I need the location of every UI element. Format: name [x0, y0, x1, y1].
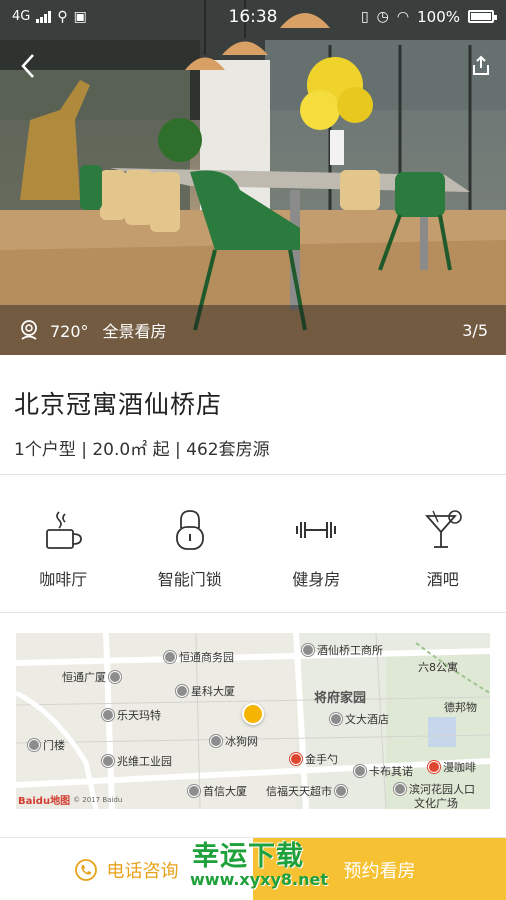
- map-poi: 星科大厦: [176, 683, 235, 699]
- panorama-camera-icon: [21, 320, 37, 340]
- map-poi: 兆维工业园: [102, 753, 172, 769]
- property-title: 北京冠寓酒仙桥店: [14, 390, 223, 419]
- amenity-bar: 酒吧: [380, 476, 506, 612]
- amenity-coffee: 咖啡厅: [0, 476, 127, 612]
- battery-icon: [468, 10, 497, 23]
- phone-icon: [74, 858, 97, 881]
- map-poi: 酒仙桥工商所: [302, 642, 383, 658]
- vr-tour-bar[interactable]: 720° 全景看房 3/5: [0, 305, 506, 355]
- amenity-label: 健身房: [292, 570, 341, 589]
- status-bar: 4G ⚲ ▣ 16:38 ▯ ◷ ◠ 100%: [0, 0, 506, 33]
- map-area-label: 将府家园: [314, 691, 367, 706]
- map-poi: 恒通商务园: [164, 649, 234, 665]
- office-interior-photo: [0, 0, 506, 355]
- location-pin-icon: [242, 703, 264, 725]
- property-detail-screen: 4G ⚲ ▣ 16:38 ▯ ◷ ◠ 100% 720° 全景看房 3/5 北京…: [0, 0, 506, 900]
- location-map[interactable]: 恒通商务园 酒仙桥工商所 六8公寓 恒通广厦 星科大厦 将府家园 文大酒店 德邦…: [16, 633, 490, 809]
- vr-degree: 720°: [50, 322, 89, 341]
- map-poi: 门楼: [28, 737, 65, 753]
- map-poi: 六8公寓: [418, 661, 458, 674]
- amenity-smart-lock: 智能门锁: [127, 476, 254, 612]
- amenity-label: 智能门锁: [157, 570, 222, 589]
- share-icon[interactable]: [470, 54, 492, 76]
- amenity-label: 酒吧: [426, 570, 459, 589]
- map-poi: 德邦物: [444, 701, 477, 714]
- map-poi: 乐天玛特: [102, 707, 161, 723]
- coffee-cup-icon: [46, 511, 83, 549]
- call-label: 电话咨询: [106, 860, 179, 882]
- book-viewing-button[interactable]: 预约看房: [253, 838, 506, 900]
- map-poi: 文化广场: [414, 797, 458, 809]
- map-poi: 信福天天超市: [266, 783, 347, 799]
- property-meta: 1个户型 | 20.0㎡ 起 | 462套房源: [14, 440, 270, 460]
- call-button[interactable]: 电话咨询: [0, 838, 253, 900]
- map-poi: 漫咖啡: [428, 759, 476, 775]
- padlock-icon: [175, 510, 204, 550]
- map-poi: 卡布其诺: [354, 763, 413, 779]
- amenity-gym: 健身房: [253, 476, 380, 612]
- map-poi: 文大酒店: [330, 711, 389, 727]
- vr-tour-label[interactable]: 720° 全景看房: [50, 318, 167, 342]
- map-poi: 首信大厦: [188, 783, 247, 799]
- dumbbell-icon: [296, 522, 337, 538]
- amenities-row: 咖啡厅 智能门锁 健身房 酒吧: [0, 476, 506, 613]
- photo-counter: 3/5: [462, 320, 488, 340]
- cocktail-glass-icon: [424, 510, 462, 548]
- hero-photo[interactable]: 4G ⚲ ▣ 16:38 ▯ ◷ ◠ 100% 720° 全景看房 3/5: [0, 0, 506, 355]
- book-label: 预约看房: [343, 860, 416, 882]
- map-poi: 金手勺: [290, 751, 338, 767]
- baidu-map-logo: Baidu地图 © 2017 Baidu: [18, 795, 123, 808]
- back-chevron-icon[interactable]: [18, 52, 38, 80]
- status-time: 16:38: [228, 6, 278, 27]
- vr-text: 全景看房: [102, 322, 167, 341]
- amenity-label: 咖啡厅: [39, 570, 88, 589]
- property-info: 北京冠寓酒仙桥店 1个户型 | 20.0㎡ 起 | 462套房源: [0, 355, 506, 475]
- map-poi: 恒通广厦: [62, 669, 121, 685]
- bottom-action-bar: 电话咨询 预约看房: [0, 837, 506, 900]
- map-poi: 冰狗网: [210, 733, 258, 749]
